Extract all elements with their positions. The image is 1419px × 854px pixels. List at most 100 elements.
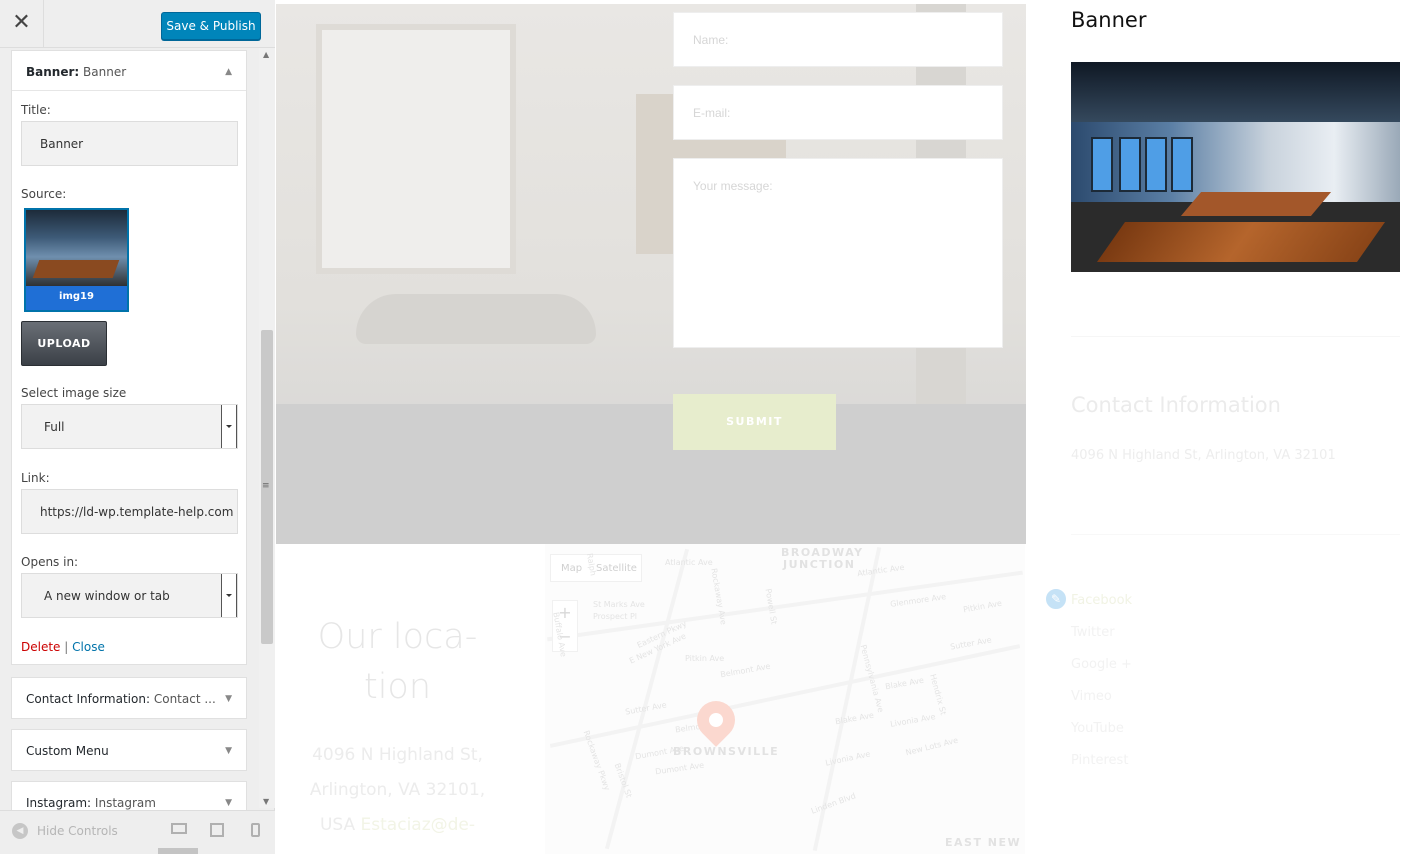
widget-name-label: Contact ... [153,692,216,706]
address-line: Arlington, VA 32101, [309,780,486,800]
street-label: Belmont Ave [719,661,772,680]
link-label: Link: [21,471,50,485]
banner-widget: Banner: Banner ▲ Title: Banner Source: i… [11,50,247,665]
opens-in-select[interactable]: A new window or tab [21,573,238,618]
contact-hero-section: Name: E-mail: Your message: SUBMIT [276,4,1026,544]
widget-type-label: Contact Information: [26,692,151,706]
upload-button[interactable]: UPLOAD [21,321,107,366]
message-input[interactable]: Your message: [673,158,1003,348]
image-size-value: Full [44,420,65,434]
desktop-icon[interactable] [171,823,187,834]
pencil-icon[interactable]: ✎ [1044,587,1068,611]
name-input[interactable]: Name: [673,12,1003,67]
hide-controls-button[interactable]: Hide Controls [37,824,118,838]
actions-separator: | [64,640,69,654]
street-label: Atlantic Ave [665,558,713,567]
background-floor [276,404,1026,544]
device-active-indicator [158,848,198,854]
satellite-button[interactable]: Satellite [596,563,637,574]
social-link-pinterest[interactable]: Pinterest [1071,745,1132,777]
street-label: New Lots Ave [904,735,960,758]
widget-header[interactable]: Custom Menu ▼ [12,730,246,770]
source-label: Source: [21,187,67,201]
divider [1071,336,1400,337]
address-country: USA [319,815,356,835]
social-link-youtube[interactable]: YouTube [1071,713,1132,745]
location-title-line: tion [363,667,432,707]
close-link[interactable]: Close [72,640,105,654]
address-line: 4096 N Highland St, [312,745,483,765]
banner-image-window [1145,137,1167,192]
location-address: 4096 N Highland St, Arlington, VA 32101,… [305,738,490,843]
banner-image[interactable] [1071,62,1400,272]
triangle-down-icon[interactable]: ▼ [225,782,232,810]
opens-in-value: A new window or tab [44,589,170,603]
opens-in-label: Opens in: [21,555,79,569]
street-label: Livonia Ave [889,712,937,729]
chevron-down-icon[interactable] [221,574,237,617]
scrollbar-grip-icon: ≡ [262,481,270,491]
sidebar-scrollbar[interactable]: ▲ ≡ ▼ [259,48,275,808]
map-button[interactable]: Map [561,563,582,574]
instagram-widget[interactable]: Instagram: Instagram ▼ [11,781,247,810]
source-image-thumbnail[interactable]: img19 [24,208,129,312]
custom-menu-widget[interactable]: Custom Menu ▼ [11,729,247,771]
banner-image-window [1091,137,1113,192]
district-label: JUNCTION [783,558,856,571]
scroll-down-icon[interactable]: ▼ [263,797,269,806]
street-label: Hendrix St [928,673,948,716]
street-label: Prospect Pl [593,612,637,621]
social-link-google[interactable]: Google + [1071,649,1132,681]
image-size-select[interactable]: Full [21,404,238,449]
customizer-sidebar: ✕ Save & Publish Banner: Banner ▲ Title:… [0,0,275,854]
mobile-icon[interactable] [251,823,260,837]
email-link[interactable]: Estaciaz@de- [361,815,475,835]
widget-list: Banner: Banner ▲ Title: Banner Source: i… [0,48,275,810]
close-icon[interactable]: ✕ [0,0,44,48]
widget-name-label: Instagram [94,796,156,810]
street-label: Sutter Ave [624,700,668,717]
contact-info-address: 4096 N Highland St, Arlington, VA 32101 [1071,448,1336,463]
banner-image-table-front [1096,222,1386,262]
widget-actions: Delete | Close [21,640,105,654]
scroll-up-icon[interactable]: ▲ [263,50,269,59]
triangle-down-icon[interactable]: ▼ [225,678,232,718]
street-label: Dumont Ave [634,743,685,762]
map-road [549,644,1021,748]
contact-info-title: Contact Information [1071,393,1281,417]
social-link-twitter[interactable]: Twitter [1071,617,1132,649]
thumbnail-caption: img19 [26,286,127,310]
chevron-left-circle-icon[interactable]: ◀ [12,823,28,839]
widget-header[interactable]: Contact Information: Contact ... ▼ [12,678,246,718]
submit-button[interactable]: SUBMIT [673,394,836,450]
map-pin-icon[interactable] [689,693,743,747]
social-link-facebook[interactable]: Facebook [1071,585,1132,617]
divider [1071,534,1400,535]
delete-link[interactable]: Delete [21,640,60,654]
triangle-up-icon[interactable]: ▲ [225,51,232,90]
banner-image-window [1171,137,1193,192]
location-title: Our loca- tion [305,612,490,712]
street-label: Blake Ave [834,710,875,727]
widget-name-label: Banner [83,65,127,79]
chevron-down-icon[interactable] [221,405,237,448]
thumbnail-table-shape [32,260,120,278]
banner-widget-header[interactable]: Banner: Banner ▲ [12,51,246,91]
street-label: Blake Ave [884,675,925,692]
map-road [604,548,690,850]
widget-header[interactable]: Instagram: Instagram ▼ [12,782,246,810]
title-input[interactable]: Banner [21,121,238,166]
contact-information-widget[interactable]: Contact Information: Contact ... ▼ [11,677,247,719]
triangle-down-icon[interactable]: ▼ [225,730,232,770]
email-input[interactable]: E-mail: [673,85,1003,140]
tablet-icon[interactable] [210,823,224,837]
title-label: Title: [21,103,51,117]
location-map[interactable]: Map Satellite + − BROADWAY JUNCTION BROW… [545,544,1025,854]
district-label: BROWNSVILLE [673,745,780,758]
site-preview: Name: E-mail: Your message: SUBMIT Our l… [275,0,1419,854]
background-window [316,24,516,274]
link-input[interactable]: https://ld-wp.template-help.com [21,489,238,534]
save-publish-button[interactable]: Save & Publish [161,12,261,40]
social-link-vimeo[interactable]: Vimeo [1071,681,1132,713]
sidebar-header: ✕ Save & Publish [0,0,275,48]
